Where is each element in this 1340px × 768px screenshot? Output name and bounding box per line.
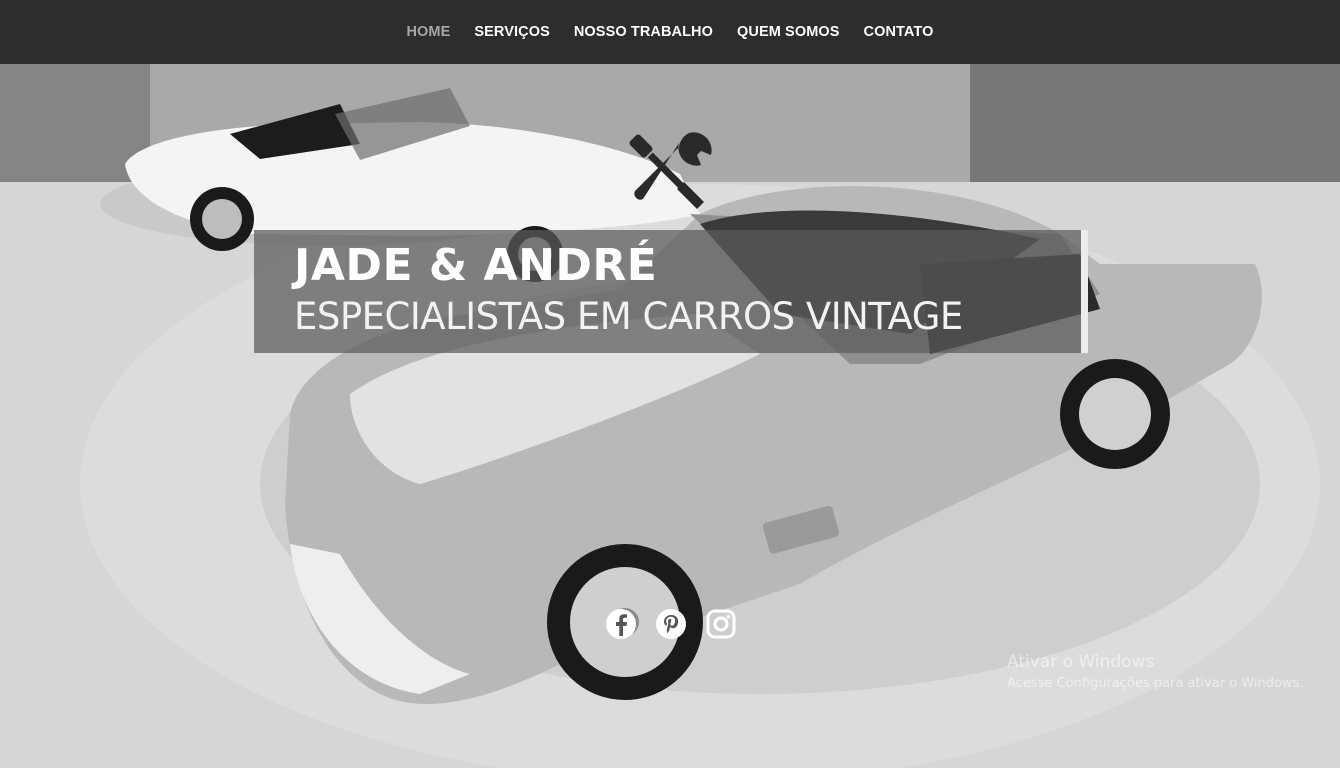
hero-title: JADE & ANDRÉ bbox=[294, 240, 658, 291]
watermark-line1: Ativar o Windows bbox=[1007, 652, 1155, 672]
title-accent-bar bbox=[1081, 230, 1088, 353]
hero-title-box: JADE & ANDRÉ ESPECIALISTAS EM CARROS VIN… bbox=[254, 230, 1088, 353]
pinterest-icon[interactable] bbox=[655, 608, 687, 640]
instagram-icon[interactable] bbox=[705, 608, 737, 640]
nav-servicos[interactable]: SERVIÇOS bbox=[474, 24, 549, 40]
watermark-line2: Acesse Configurações para ativar o Windo… bbox=[1007, 676, 1304, 691]
nav-nosso-trabalho[interactable]: NOSSO TRABALHO bbox=[574, 24, 713, 40]
social-links bbox=[605, 608, 737, 640]
wrench-screwdriver-icon bbox=[629, 132, 712, 209]
main-nav: HOME SERVIÇOS NOSSO TRABALHO QUEM SOMOS … bbox=[0, 0, 1340, 64]
facebook-icon[interactable] bbox=[605, 608, 637, 640]
hero-section: JADE & ANDRÉ ESPECIALISTAS EM CARROS VIN… bbox=[0, 64, 1340, 768]
nav-home[interactable]: HOME bbox=[406, 24, 450, 40]
nav-contato[interactable]: CONTATO bbox=[864, 24, 934, 40]
windows-activation-watermark: Ativar o Windows Acesse Configurações pa… bbox=[1007, 652, 1303, 691]
hero-subtitle: ESPECIALISTAS EM CARROS VINTAGE bbox=[294, 295, 963, 338]
nav-quem-somos[interactable]: QUEM SOMOS bbox=[737, 24, 840, 40]
